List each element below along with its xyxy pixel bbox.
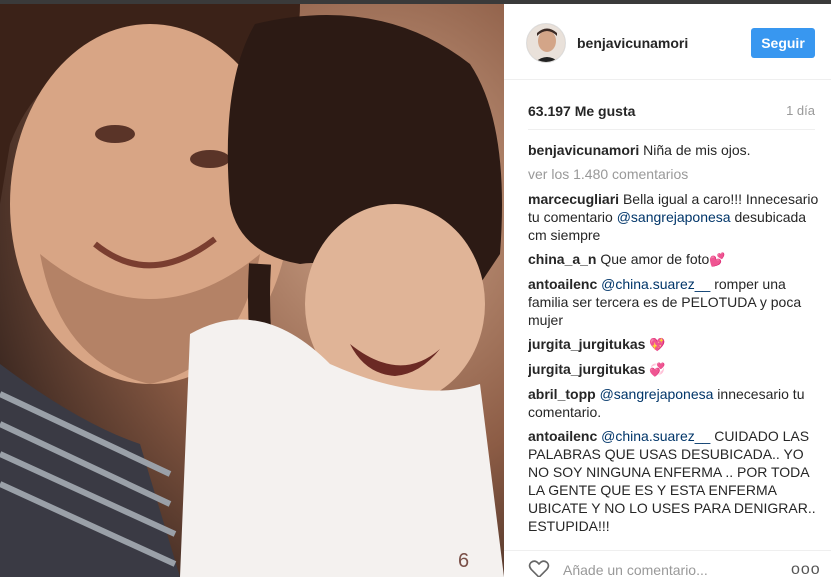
caption-username[interactable]: benjavicunamori xyxy=(528,142,639,158)
comment-item: antoailenc @china.suarez__ CUIDADO LAS P… xyxy=(528,427,820,535)
more-options-icon[interactable]: ooo xyxy=(791,562,821,577)
comment-item: antoailenc @china.suarez__ romper una fa… xyxy=(528,275,820,329)
mention-link[interactable]: @sangrejaponesa xyxy=(617,209,731,225)
post-side-panel: benjavicunamori Seguir 63.197 Me gusta 1… xyxy=(504,4,831,577)
emoji-icon: 💕 xyxy=(709,252,726,267)
post-author-username[interactable]: benjavicunamori xyxy=(577,35,688,51)
comment-item: marcecugliari Bella igual a caro!!! Inne… xyxy=(528,190,820,244)
comment-username[interactable]: antoailenc xyxy=(528,276,597,292)
divider xyxy=(528,129,815,130)
comment-item: abril_topp @sangrejaponesa innecesario t… xyxy=(528,385,820,421)
mention-link[interactable]: @china.suarez__ xyxy=(601,428,710,444)
add-comment-bar: ooo xyxy=(504,550,831,577)
comment-username[interactable]: marcecugliari xyxy=(528,191,619,207)
comment-item: jurgita_jurgitukas 💞 xyxy=(528,360,820,379)
avatar-image xyxy=(527,24,565,62)
comment-item: jurgita_jurgitukas 💖 xyxy=(528,335,820,354)
comment-username[interactable]: jurgita_jurgitukas xyxy=(528,361,645,377)
post-header: benjavicunamori Seguir xyxy=(504,4,831,80)
follow-button[interactable]: Seguir xyxy=(751,28,815,58)
mention-link[interactable]: @china.suarez__ xyxy=(601,276,710,292)
comment-username[interactable]: jurgita_jurgitukas xyxy=(528,336,645,352)
emoji-icon: 💞 xyxy=(649,362,666,377)
mention-link[interactable]: @sangrejaponesa xyxy=(600,386,714,402)
caption: benjavicunamori Niña de mis ojos. xyxy=(528,141,820,159)
comment-username[interactable]: antoailenc xyxy=(528,428,597,444)
comment-username[interactable]: abril_topp xyxy=(528,386,596,402)
add-comment-input[interactable] xyxy=(563,561,763,577)
comment-item: china_a_n Que amor de foto💕 xyxy=(528,250,820,269)
likes-row: 63.197 Me gusta 1 día xyxy=(528,103,815,121)
avatar[interactable] xyxy=(526,23,566,63)
caption-text: Niña de mis ojos. xyxy=(643,142,751,158)
svg-text:6: 6 xyxy=(458,550,469,572)
post-photo[interactable]: 6 xyxy=(0,4,504,577)
comment-username[interactable]: china_a_n xyxy=(528,251,596,267)
post-timestamp[interactable]: 1 día xyxy=(786,103,815,118)
comments-list: benjavicunamori Niña de mis ojos. ver lo… xyxy=(528,141,820,541)
photo-illustration: 6 xyxy=(0,4,504,577)
likes-count[interactable]: 63.197 Me gusta xyxy=(528,103,635,119)
emoji-icon: 💖 xyxy=(649,337,666,352)
view-all-comments-link[interactable]: ver los 1.480 comentarios xyxy=(528,165,820,183)
comment-text: Que amor de foto xyxy=(600,251,710,267)
heart-outline-icon[interactable] xyxy=(528,559,550,577)
